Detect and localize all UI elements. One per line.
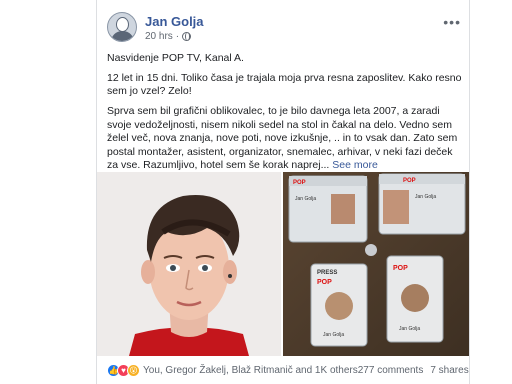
avatar-head — [116, 17, 129, 32]
reaction-icons[interactable]: 👍 ♥ 😮 — [107, 363, 140, 377]
portrait-illustration — [97, 172, 281, 356]
post-card: Jan Golja 20 hrs · ••• Nasvidenje POP TV… — [96, 0, 470, 384]
badge-name-label: Jan Golja — [323, 332, 344, 338]
post-text: Nasvidenje POP TV, Kanal A. 12 let in 15… — [107, 52, 463, 179]
svg-text:POP: POP — [293, 180, 306, 186]
svg-text:POP: POP — [393, 265, 408, 272]
photo-grid: POP Jan Golja POP Jan Golja PRESS POP Ja… — [97, 172, 469, 356]
see-more-link[interactable]: See more — [332, 159, 378, 171]
post-meta: 20 hrs · — [145, 31, 192, 42]
more-options-icon[interactable]: ••• — [443, 14, 461, 30]
post-footer: 👍 ♥ 😮 You, Gregor Žakelj, Blaž Ritmanič … — [107, 359, 469, 381]
badges-illustration: POP Jan Golja POP Jan Golja PRESS POP Ja… — [283, 172, 469, 356]
comments-count[interactable]: 277 comments — [358, 365, 424, 376]
globe-icon — [182, 32, 192, 41]
page-background-right — [470, 0, 512, 384]
svg-text:Jan Golja: Jan Golja — [415, 194, 436, 200]
post-time[interactable]: 20 hrs — [145, 31, 173, 42]
shares-count[interactable]: 7 shares — [430, 365, 468, 376]
page-background-left — [0, 0, 96, 384]
svg-text:Jan Golja: Jan Golja — [295, 196, 316, 202]
svg-text:Jan Golja: Jan Golja — [399, 326, 420, 332]
post-text-line1: Nasvidenje POP TV, Kanal A. — [107, 52, 244, 64]
badge-brand-label: POP — [317, 279, 332, 286]
author-name[interactable]: Jan Golja — [145, 14, 204, 29]
avatar[interactable] — [107, 12, 137, 42]
badges-photo[interactable]: POP Jan Golja POP Jan Golja PRESS POP Ja… — [283, 172, 469, 356]
post-text-para3-body: Sprva sem bil grafični oblikovalec, to j… — [107, 105, 458, 172]
wow-icon: 😮 — [127, 363, 140, 377]
meta-separator: · — [175, 31, 180, 42]
avatar-shoulders — [111, 31, 134, 41]
post-header: Jan Golja 20 hrs · ••• — [107, 12, 461, 44]
svg-text:POP: POP — [403, 178, 416, 184]
engagement-counts: 277 comments 7 shares — [358, 365, 469, 376]
badge-press-label: PRESS — [317, 270, 337, 276]
reactors-summary[interactable]: You, Gregor Žakelj, Blaž Ritmanič and 1K… — [143, 365, 358, 376]
post-text-para2: 12 let in 15 dni. Toliko časa je trajala… — [107, 72, 462, 98]
portrait-photo[interactable] — [97, 172, 281, 356]
post-text-para3: Sprva sem bil grafični oblikovalec, to j… — [107, 105, 463, 172]
